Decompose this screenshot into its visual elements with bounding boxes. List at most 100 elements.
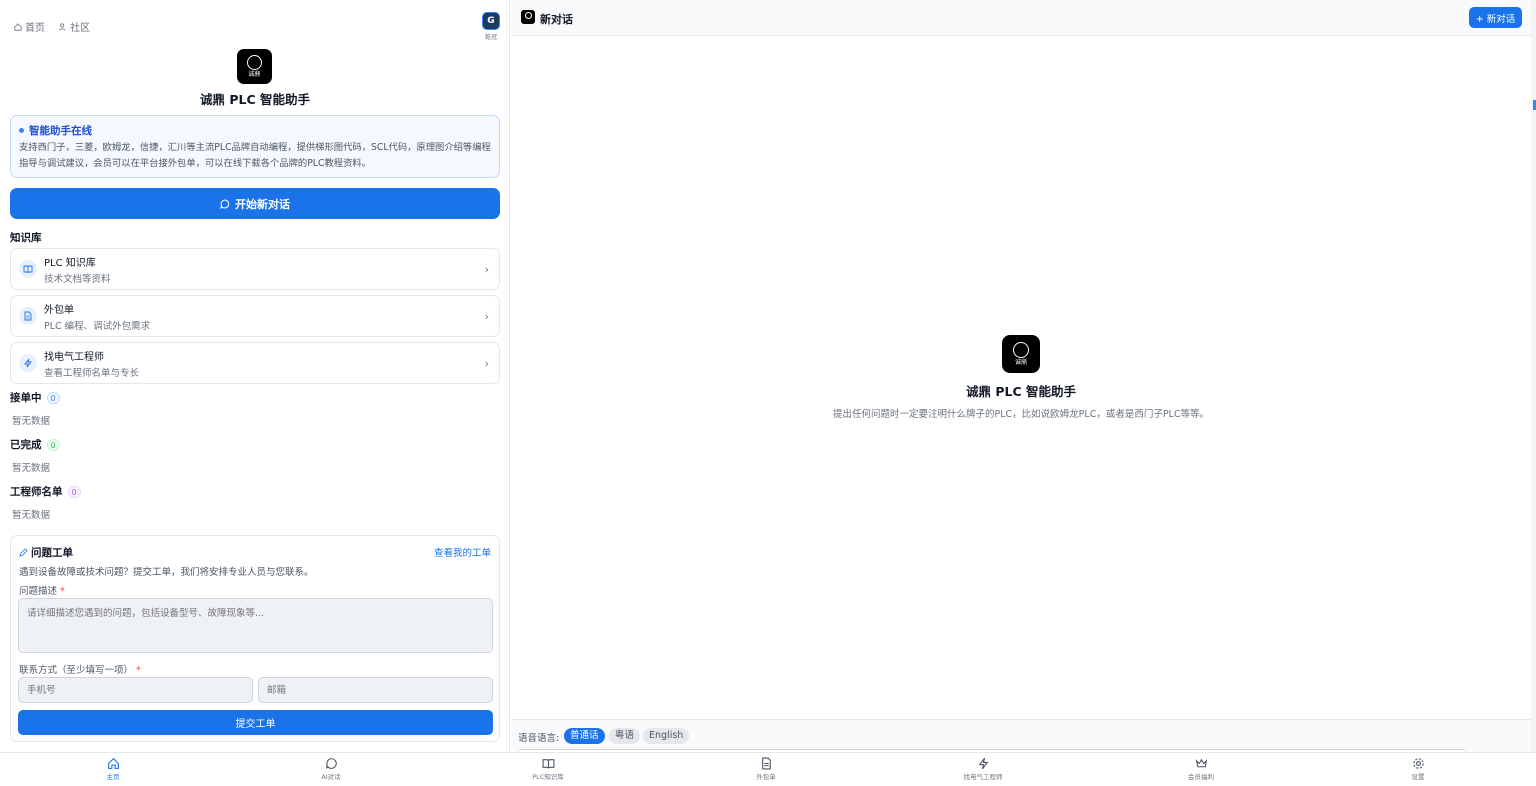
bottom-nav-ai-chat[interactable]: AI对话 — [291, 757, 371, 781]
nav-community-link[interactable]: 社区 — [59, 19, 90, 34]
start-new-chat-label: 开始新对话 — [235, 198, 290, 211]
bottom-nav-member-benefits[interactable]: 会员福利 — [1161, 757, 1241, 781]
status-heading: 智能助手在线 — [19, 123, 491, 138]
welcome-subtitle: 提出任何问题时一定要注明什么牌子的PLC，比如说欧姆龙PLC，或者是西门子PLC… — [833, 409, 1209, 420]
chevron-right-icon: › — [484, 357, 489, 370]
required-mark: * — [136, 665, 141, 676]
status-description: 支持西门子，三菱，欧姆龙，信捷，汇川等主流PLC品牌自动编程，提供梯形图代码，S… — [19, 142, 491, 169]
book-icon — [542, 759, 554, 769]
section-title: 工程师名单 — [10, 486, 63, 498]
chevron-right-icon: › — [484, 310, 489, 323]
avatar: G — [482, 12, 500, 30]
bottom-nav-outsource[interactable]: 外包单 — [726, 757, 806, 781]
crown-icon — [1195, 758, 1207, 768]
knowledge-title: 知识库 — [10, 230, 42, 245]
kb-item-plc-knowledge[interactable]: PLC 知识库 技术文档等资料 › — [10, 248, 500, 290]
kb-item-desc: 技术文档等资料 — [44, 273, 111, 285]
gear-icon — [1412, 758, 1424, 769]
scrollbar-track[interactable] — [1531, 0, 1536, 752]
kb-item-desc: 查看工程师名单与专长 — [44, 367, 140, 379]
lang-option-english[interactable]: English — [643, 728, 690, 744]
logo-text: 诚鼎 — [1014, 359, 1027, 366]
document-icon — [19, 307, 37, 325]
chat-header: 新对话 + 新对话 — [511, 0, 1531, 36]
lightning-icon — [19, 354, 37, 372]
app-root: 首页 社区 G 乾冠 诚鼎 诚鼎 PLC 智能助手 智能助手在线 支持西门子，三… — [0, 0, 1536, 786]
kb-item-title: PLC 知识库 — [44, 257, 96, 269]
app-logo: 诚鼎 — [237, 49, 272, 84]
assistant-status-card: 智能助手在线 支持西门子，三菱，欧姆龙，信捷，汇川等主流PLC品牌自动编程，提供… — [10, 115, 500, 178]
kb-item-outsource[interactable]: 外包单 PLC 编程、调试外包需求 › — [10, 295, 500, 337]
user-name: 乾冠 — [484, 34, 497, 41]
nav-home-link[interactable]: 首页 — [14, 19, 45, 34]
home-icon — [14, 22, 22, 31]
section-title: 接单中 — [10, 392, 42, 404]
logo-ring-icon — [247, 55, 262, 70]
logo-text: 诚鼎 — [248, 71, 261, 78]
bottom-nav-label: 外包单 — [756, 773, 776, 781]
contact-label-text: 联系方式（至少填写一项） — [19, 665, 134, 676]
nav-home-label: 首页 — [25, 23, 45, 34]
view-my-tickets-link[interactable]: 查看我的工单 — [434, 545, 491, 559]
language-bar: 语音语言: 普通话 粤语 English — [511, 719, 1531, 753]
count-badge: 0 — [67, 485, 81, 498]
bottom-nav-find-engineer[interactable]: 找电气工程师 — [943, 757, 1023, 781]
users-icon — [59, 22, 66, 30]
bottom-nav-label: PLC知识库 — [532, 773, 564, 781]
kb-item-find-engineer[interactable]: 找电气工程师 查看工程师名单与专长 › — [10, 342, 500, 384]
knowledge-title-text: 知识库 — [10, 232, 42, 244]
bottom-nav: 主页 AI对话 PLC知识库 外包单 找电气工程师 会员福利 设置 — [0, 752, 1536, 786]
count-badge: 0 — [46, 391, 60, 404]
ticket-title: 问题工单 — [19, 545, 73, 560]
welcome-title: 诚鼎 PLC 智能助手 — [965, 384, 1076, 399]
nav-community-label: 社区 — [70, 23, 90, 34]
chat-title: 新对话 — [540, 13, 573, 26]
top-nav: 首页 社区 — [14, 19, 90, 34]
bottom-nav-label: AI对话 — [321, 773, 341, 781]
lang-option-cantonese[interactable]: 粤语 — [609, 728, 641, 744]
empty-state: 暂无数据 — [12, 510, 51, 521]
empty-state: 暂无数据 — [12, 463, 51, 474]
chat-icon — [325, 758, 337, 769]
chat-panel: 新对话 + 新对话 诚鼎 诚鼎 PLC 智能助手 提出任何问题时一定要注明什么牌… — [511, 0, 1531, 753]
logo-ring-icon — [1013, 342, 1029, 358]
problem-label-text: 问题描述 — [19, 586, 58, 597]
status-heading-text: 智能助手在线 — [29, 125, 92, 137]
problem-description-input[interactable] — [18, 598, 493, 653]
app-title: 诚鼎 PLC 智能助手 — [199, 92, 310, 107]
document-icon — [761, 757, 771, 770]
section-engineer-list: 工程师名单 0 — [10, 484, 81, 499]
chevron-right-icon: › — [484, 263, 489, 276]
email-input[interactable] — [258, 677, 493, 703]
bottom-nav-label: 找电气工程师 — [963, 773, 1003, 781]
bottom-nav-label: 会员福利 — [1188, 773, 1214, 781]
pencil-icon — [19, 548, 28, 557]
app-logo-icon — [521, 10, 535, 24]
language-label: 语音语言: — [518, 733, 560, 744]
bottom-nav-label: 主页 — [106, 773, 120, 781]
submit-ticket-button[interactable]: 提交工单 — [18, 710, 493, 735]
ticket-title-text: 问题工单 — [31, 547, 73, 559]
bottom-nav-plc-knowledge[interactable]: PLC知识库 — [508, 757, 588, 781]
start-new-chat-button[interactable]: 开始新对话 — [10, 188, 500, 219]
online-dot-icon — [19, 128, 24, 133]
home-icon — [107, 757, 119, 769]
section-taking-orders: 接单中 0 — [10, 390, 60, 405]
bottom-nav-settings[interactable]: 设置 — [1378, 757, 1458, 781]
book-icon — [19, 260, 37, 278]
empty-state: 暂无数据 — [12, 416, 51, 427]
lightning-icon — [978, 757, 988, 770]
bottom-nav-home[interactable]: 主页 — [73, 757, 153, 781]
problem-label: 问题描述 * — [19, 583, 65, 597]
user-avatar[interactable]: G 乾冠 — [481, 12, 501, 41]
contact-label: 联系方式（至少填写一项） * — [19, 662, 141, 676]
new-chat-button[interactable]: + 新对话 — [1469, 7, 1522, 28]
section-title: 已完成 — [10, 439, 42, 451]
lang-option-mandarin[interactable]: 普通话 — [564, 728, 605, 744]
phone-input[interactable] — [18, 677, 253, 703]
required-mark: * — [60, 586, 65, 597]
kb-item-title: 外包单 — [44, 304, 74, 316]
section-completed: 已完成 0 — [10, 437, 60, 452]
bottom-nav-label: 设置 — [1411, 773, 1425, 781]
kb-item-title: 找电气工程师 — [44, 351, 104, 363]
